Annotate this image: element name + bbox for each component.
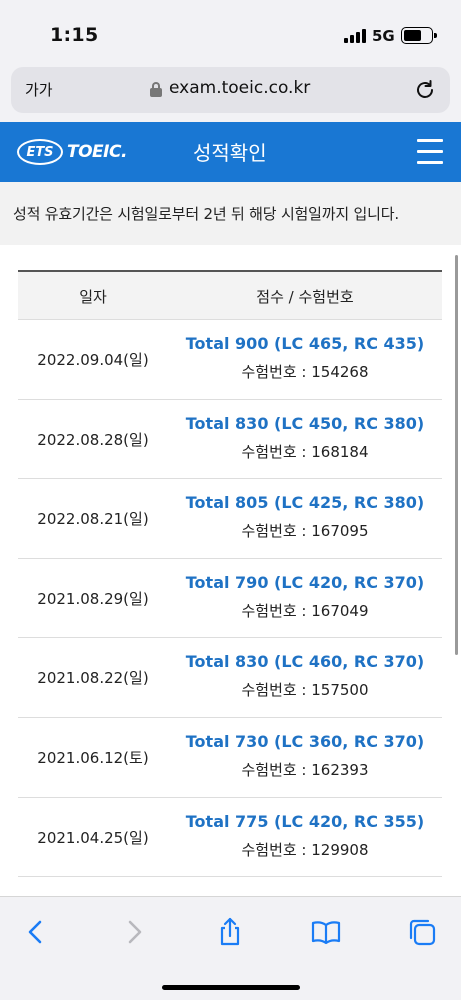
home-indicator bbox=[162, 985, 300, 990]
network-type: 5G bbox=[372, 27, 395, 45]
hamburger-menu-icon[interactable] bbox=[417, 139, 443, 165]
row-score-link[interactable]: Total 830 (LC 450, RC 380) bbox=[168, 414, 442, 433]
header-date: 일자 bbox=[79, 288, 107, 306]
row-score-link[interactable]: Total 730 (LC 360, RC 370) bbox=[168, 732, 442, 751]
status-time: 1:15 bbox=[50, 24, 99, 46]
row-date: 2021.04.25(일) bbox=[37, 828, 149, 847]
browser-toolbar bbox=[0, 896, 461, 1000]
url-field[interactable]: 가가 exam.toeic.co.kr bbox=[11, 67, 450, 113]
table-row: 2022.09.04(일) Total 900 (LC 465, RC 435)… bbox=[18, 320, 442, 400]
text-size-button[interactable]: 가가 bbox=[25, 79, 53, 100]
notice-text: 성적 유효기간은 시험일로부터 2년 뒤 해당 시험일까지 입니다. bbox=[13, 205, 399, 223]
battery-icon bbox=[401, 27, 437, 44]
bookmarks-icon[interactable] bbox=[311, 917, 341, 947]
scroll-indicator[interactable] bbox=[455, 255, 458, 655]
table-row: 2021.08.29(일) Total 790 (LC 420, RC 370)… bbox=[18, 559, 442, 639]
row-date: 2021.08.29(일) bbox=[37, 589, 149, 608]
site-header: ETS TOEIC. 성적확인 bbox=[0, 122, 461, 182]
ets-toeic-logo[interactable]: ETS TOEIC. bbox=[17, 137, 127, 167]
url-text[interactable]: exam.toeic.co.kr bbox=[169, 78, 310, 98]
row-date: 2021.06.12(토) bbox=[37, 748, 149, 767]
row-score-link[interactable]: Total 805 (LC 425, RC 380) bbox=[168, 493, 442, 512]
lock-icon bbox=[150, 82, 162, 97]
row-exam-number: 수험번호 : 154268 bbox=[241, 363, 369, 381]
row-exam-number: 수험번호 : 167049 bbox=[241, 601, 369, 620]
page-title: 성적확인 bbox=[193, 141, 267, 165]
table-header: 일자 점수 / 수험번호 bbox=[18, 272, 442, 320]
row-score-link[interactable]: Total 900 (LC 465, RC 435) bbox=[168, 334, 442, 353]
table-row: 2021.06.12(토) Total 730 (LC 360, RC 370)… bbox=[18, 718, 442, 798]
logo-toeic: TOEIC. bbox=[67, 142, 127, 162]
tabs-icon[interactable] bbox=[407, 917, 437, 947]
row-score-link[interactable]: Total 830 (LC 460, RC 370) bbox=[168, 652, 442, 671]
reload-icon[interactable] bbox=[413, 78, 437, 102]
validity-notice: 성적 유효기간은 시험일로부터 2년 뒤 해당 시험일까지 입니다. bbox=[0, 182, 461, 245]
row-date: 2022.08.21(일) bbox=[37, 510, 149, 529]
back-icon[interactable] bbox=[21, 917, 51, 947]
row-exam-number: 수험번호 : 157500 bbox=[241, 681, 369, 700]
row-date: 2021.08.22(일) bbox=[37, 669, 149, 688]
row-score-link[interactable]: Total 790 (LC 420, RC 370) bbox=[168, 573, 442, 592]
row-exam-number: 수험번호 : 168184 bbox=[241, 442, 369, 461]
row-date: 2022.09.04(일) bbox=[37, 351, 149, 369]
logo-ets: ETS bbox=[17, 139, 63, 165]
score-table: 일자 점수 / 수험번호 2022.09.04(일) Total 900 (LC… bbox=[18, 270, 442, 957]
table-row: 2021.08.22(일) Total 830 (LC 460, RC 370)… bbox=[18, 638, 442, 718]
browser-address-bar: 가가 exam.toeic.co.kr bbox=[0, 66, 461, 122]
table-row: 2021.04.25(일) Total 775 (LC 420, RC 355)… bbox=[18, 798, 442, 878]
share-icon[interactable] bbox=[215, 917, 245, 947]
table-row: 2022.08.28(일) Total 830 (LC 450, RC 380)… bbox=[18, 400, 442, 480]
row-exam-number: 수험번호 : 167095 bbox=[241, 522, 369, 541]
table-row: 2022.08.21(일) Total 805 (LC 425, RC 380)… bbox=[18, 479, 442, 559]
header-score: 점수 / 수험번호 bbox=[256, 288, 354, 306]
status-bar: 1:15 5G bbox=[0, 0, 461, 66]
row-date: 2022.08.28(일) bbox=[37, 430, 149, 449]
row-exam-number: 수험번호 : 162393 bbox=[241, 760, 369, 779]
row-score-link[interactable]: Total 775 (LC 420, RC 355) bbox=[168, 812, 442, 831]
row-exam-number: 수험번호 : 129908 bbox=[241, 840, 369, 859]
cellular-signal-icon bbox=[344, 29, 368, 43]
forward-icon[interactable] bbox=[119, 917, 149, 947]
